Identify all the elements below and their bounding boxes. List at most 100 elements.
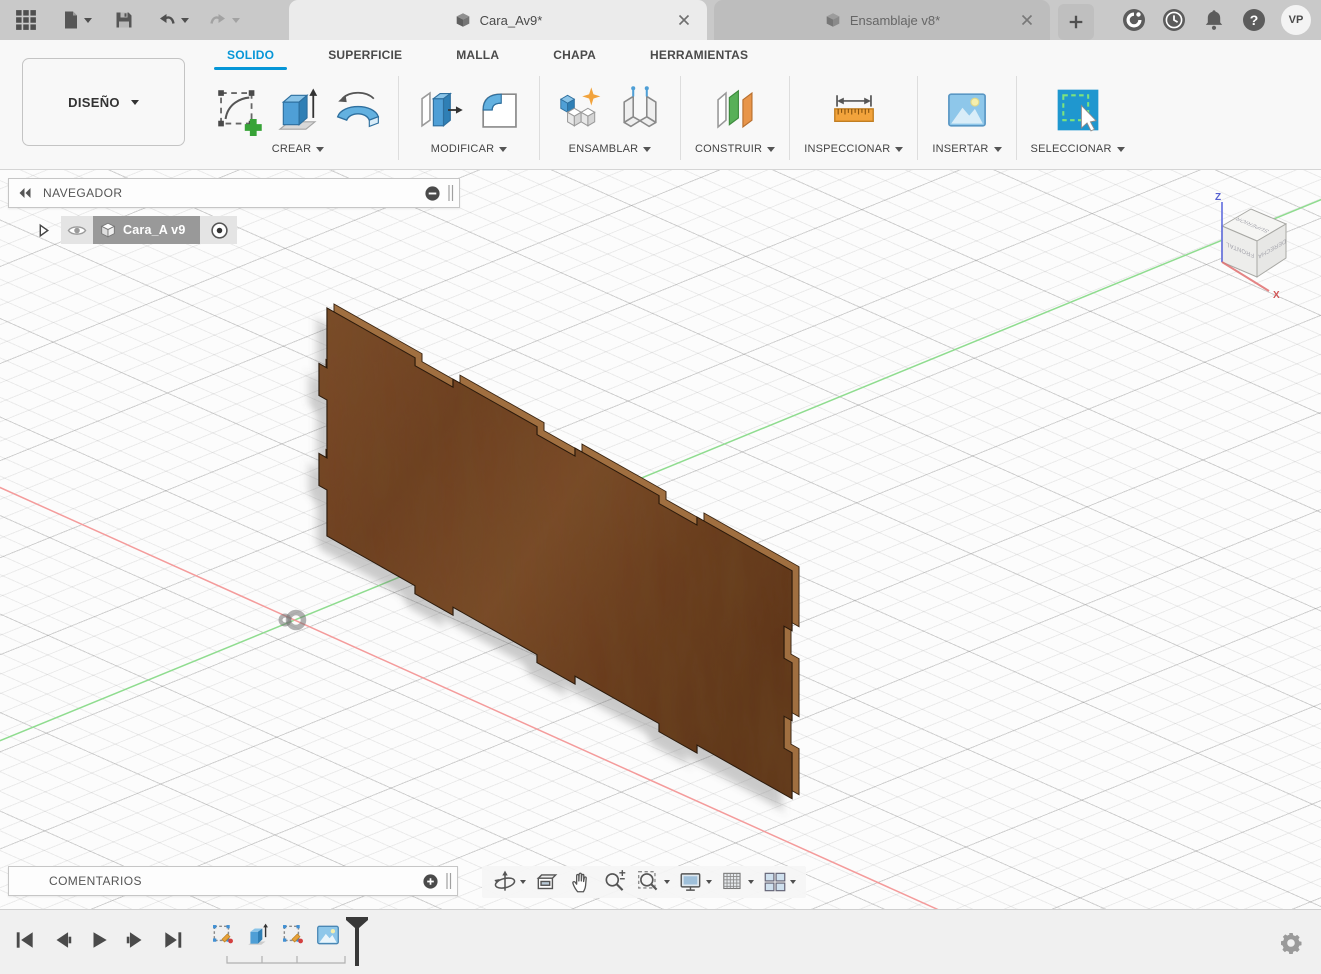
ribbon-toolbar: DISEÑO SOLIDO SUPERFICIE MALLA CHAPA HER…	[0, 40, 1321, 170]
zoom-icon[interactable]	[598, 866, 632, 898]
notifications-bell-icon[interactable]	[1201, 7, 1227, 33]
tab-malla[interactable]: MALLA	[429, 40, 526, 70]
workspace-selector[interactable]: DISEÑO	[22, 58, 185, 146]
viewports-caret-icon[interactable]	[790, 880, 796, 884]
extensions-icon[interactable]	[1121, 7, 1147, 33]
new-file-caret-icon[interactable]	[84, 17, 92, 23]
new-file-button[interactable]	[54, 0, 99, 40]
app-grid-icon[interactable]	[8, 0, 44, 40]
close-tab-icon[interactable]	[1018, 11, 1036, 29]
viewport[interactable]: SUPERIOR FRONTAL DERECHA Z X NAVEGADOR C…	[0, 170, 1321, 909]
body-cara-a[interactable]	[318, 302, 793, 808]
pan-hand-icon[interactable]	[564, 866, 598, 898]
measure-icon[interactable]	[828, 84, 880, 136]
group-insertar: INSERTAR	[920, 70, 1013, 166]
timeline-sketch-feature-icon[interactable]	[210, 922, 236, 948]
ribbon-groups: CREAR MODIFICAR ENSAMBLAR CONSTRUIR INSP…	[200, 70, 1321, 166]
help-icon[interactable]: ?	[1241, 7, 1267, 33]
undo-caret-icon[interactable]	[181, 17, 189, 23]
document-tab-active[interactable]: Cara_Av9*	[289, 0, 707, 40]
component-name: Cara_A v9	[123, 223, 186, 237]
ribbon-tab-strip: SOLIDO SUPERFICIE MALLA CHAPA HERRAMIENT…	[200, 40, 1321, 70]
group-label-ensamblar[interactable]: ENSAMBLAR	[569, 143, 652, 155]
timeline-settings-gear-icon[interactable]	[1279, 931, 1303, 955]
display-settings-icon[interactable]	[674, 866, 716, 898]
viewport-canvas[interactable]	[0, 170, 1321, 909]
group-construir: CONSTRUIR	[683, 70, 787, 166]
tab-superficie[interactable]: SUPERFICIE	[301, 40, 429, 70]
viewcube[interactable]: SUPERIOR FRONTAL DERECHA Z X	[1193, 184, 1318, 309]
group-label-construir[interactable]: CONSTRUIR	[695, 143, 776, 155]
component-cube-icon	[100, 222, 116, 238]
origin-point[interactable]	[278, 609, 307, 631]
panel-grip-handle[interactable]	[445, 871, 453, 891]
orbit-caret-icon[interactable]	[520, 880, 526, 884]
activate-component-radio[interactable]	[210, 221, 229, 240]
display-caret-icon[interactable]	[706, 880, 712, 884]
minimize-panel-icon[interactable]	[424, 185, 441, 202]
comments-panel-title: COMENTARIOS	[49, 874, 142, 888]
component-row[interactable]: Cara_A v9	[61, 216, 237, 244]
create-sketch-icon[interactable]	[212, 84, 264, 136]
play-icon[interactable]	[88, 929, 110, 951]
new-tab-button[interactable]	[1058, 4, 1094, 40]
step-back-icon[interactable]	[51, 929, 73, 951]
grid-settings-icon[interactable]	[716, 866, 758, 898]
viewports-icon[interactable]	[758, 866, 800, 898]
component-item-selected[interactable]: Cara_A v9	[93, 216, 200, 244]
look-at-icon[interactable]	[530, 866, 564, 898]
ribbon-divider	[789, 76, 791, 160]
fillet-icon[interactable]	[473, 84, 525, 136]
close-tab-icon[interactable]	[675, 11, 693, 29]
visibility-eye-icon[interactable]	[67, 223, 87, 238]
construction-plane-icon[interactable]	[709, 84, 761, 136]
save-button[interactable]	[107, 0, 141, 40]
group-caret-icon	[895, 146, 904, 152]
timeline-extrude-feature-icon[interactable]	[245, 922, 271, 948]
add-comment-icon[interactable]	[422, 873, 439, 890]
group-label-seleccionar[interactable]: SELECCIONAR	[1031, 143, 1125, 155]
go-to-end-icon[interactable]	[162, 929, 184, 951]
insert-image-icon[interactable]	[941, 84, 993, 136]
browser-panel-title: NAVEGADOR	[43, 186, 123, 200]
ribbon-divider	[1015, 76, 1017, 160]
panel-grip-handle[interactable]	[447, 183, 455, 203]
expand-node-icon[interactable]	[36, 223, 51, 238]
joint-icon[interactable]	[614, 84, 666, 136]
step-forward-icon[interactable]	[125, 929, 147, 951]
zoom-window-caret-icon[interactable]	[664, 880, 670, 884]
timeline-sketch-feature-icon[interactable]	[280, 922, 306, 948]
select-icon[interactable]	[1051, 84, 1105, 136]
tab-chapa[interactable]: CHAPA	[526, 40, 623, 70]
go-to-start-icon[interactable]	[14, 929, 36, 951]
redo-caret-icon[interactable]	[232, 17, 240, 23]
revolve-icon[interactable]	[332, 84, 384, 136]
group-label-inspeccionar[interactable]: INSPECCIONAR	[804, 143, 904, 155]
group-caret-icon	[1116, 146, 1125, 152]
collapse-panel-icon[interactable]	[17, 185, 33, 201]
press-pull-icon[interactable]	[413, 84, 465, 136]
group-label-modificar[interactable]: MODIFICAR	[431, 143, 508, 155]
redo-button[interactable]	[200, 0, 247, 40]
new-component-icon[interactable]	[554, 84, 606, 136]
job-status-clock-icon[interactable]	[1161, 7, 1187, 33]
navigation-toolbar	[482, 866, 806, 898]
undo-button[interactable]	[149, 0, 196, 40]
extrude-icon[interactable]	[272, 84, 324, 136]
group-label-crear[interactable]: CREAR	[272, 143, 325, 155]
group-caret-icon	[499, 146, 508, 152]
comments-panel-header[interactable]: COMENTARIOS	[8, 866, 458, 896]
avatar[interactable]: VP	[1281, 5, 1311, 35]
orbit-icon[interactable]	[488, 866, 530, 898]
browser-panel-header[interactable]: NAVEGADOR	[8, 178, 460, 208]
group-label-insertar[interactable]: INSERTAR	[932, 143, 1002, 155]
zoom-window-icon[interactable]	[632, 866, 674, 898]
document-title: Ensamblaje v8*	[849, 12, 941, 28]
document-tab-inactive[interactable]: Ensamblaje v8*	[714, 0, 1050, 40]
grid-caret-icon[interactable]	[748, 880, 754, 884]
tab-herramientas[interactable]: HERRAMIENTAS	[623, 40, 775, 70]
timeline-bar	[0, 909, 1321, 974]
timeline-decal-feature-icon[interactable]	[315, 922, 341, 948]
tab-solido[interactable]: SOLIDO	[200, 40, 301, 70]
timeline-position-marker[interactable]	[344, 916, 370, 968]
